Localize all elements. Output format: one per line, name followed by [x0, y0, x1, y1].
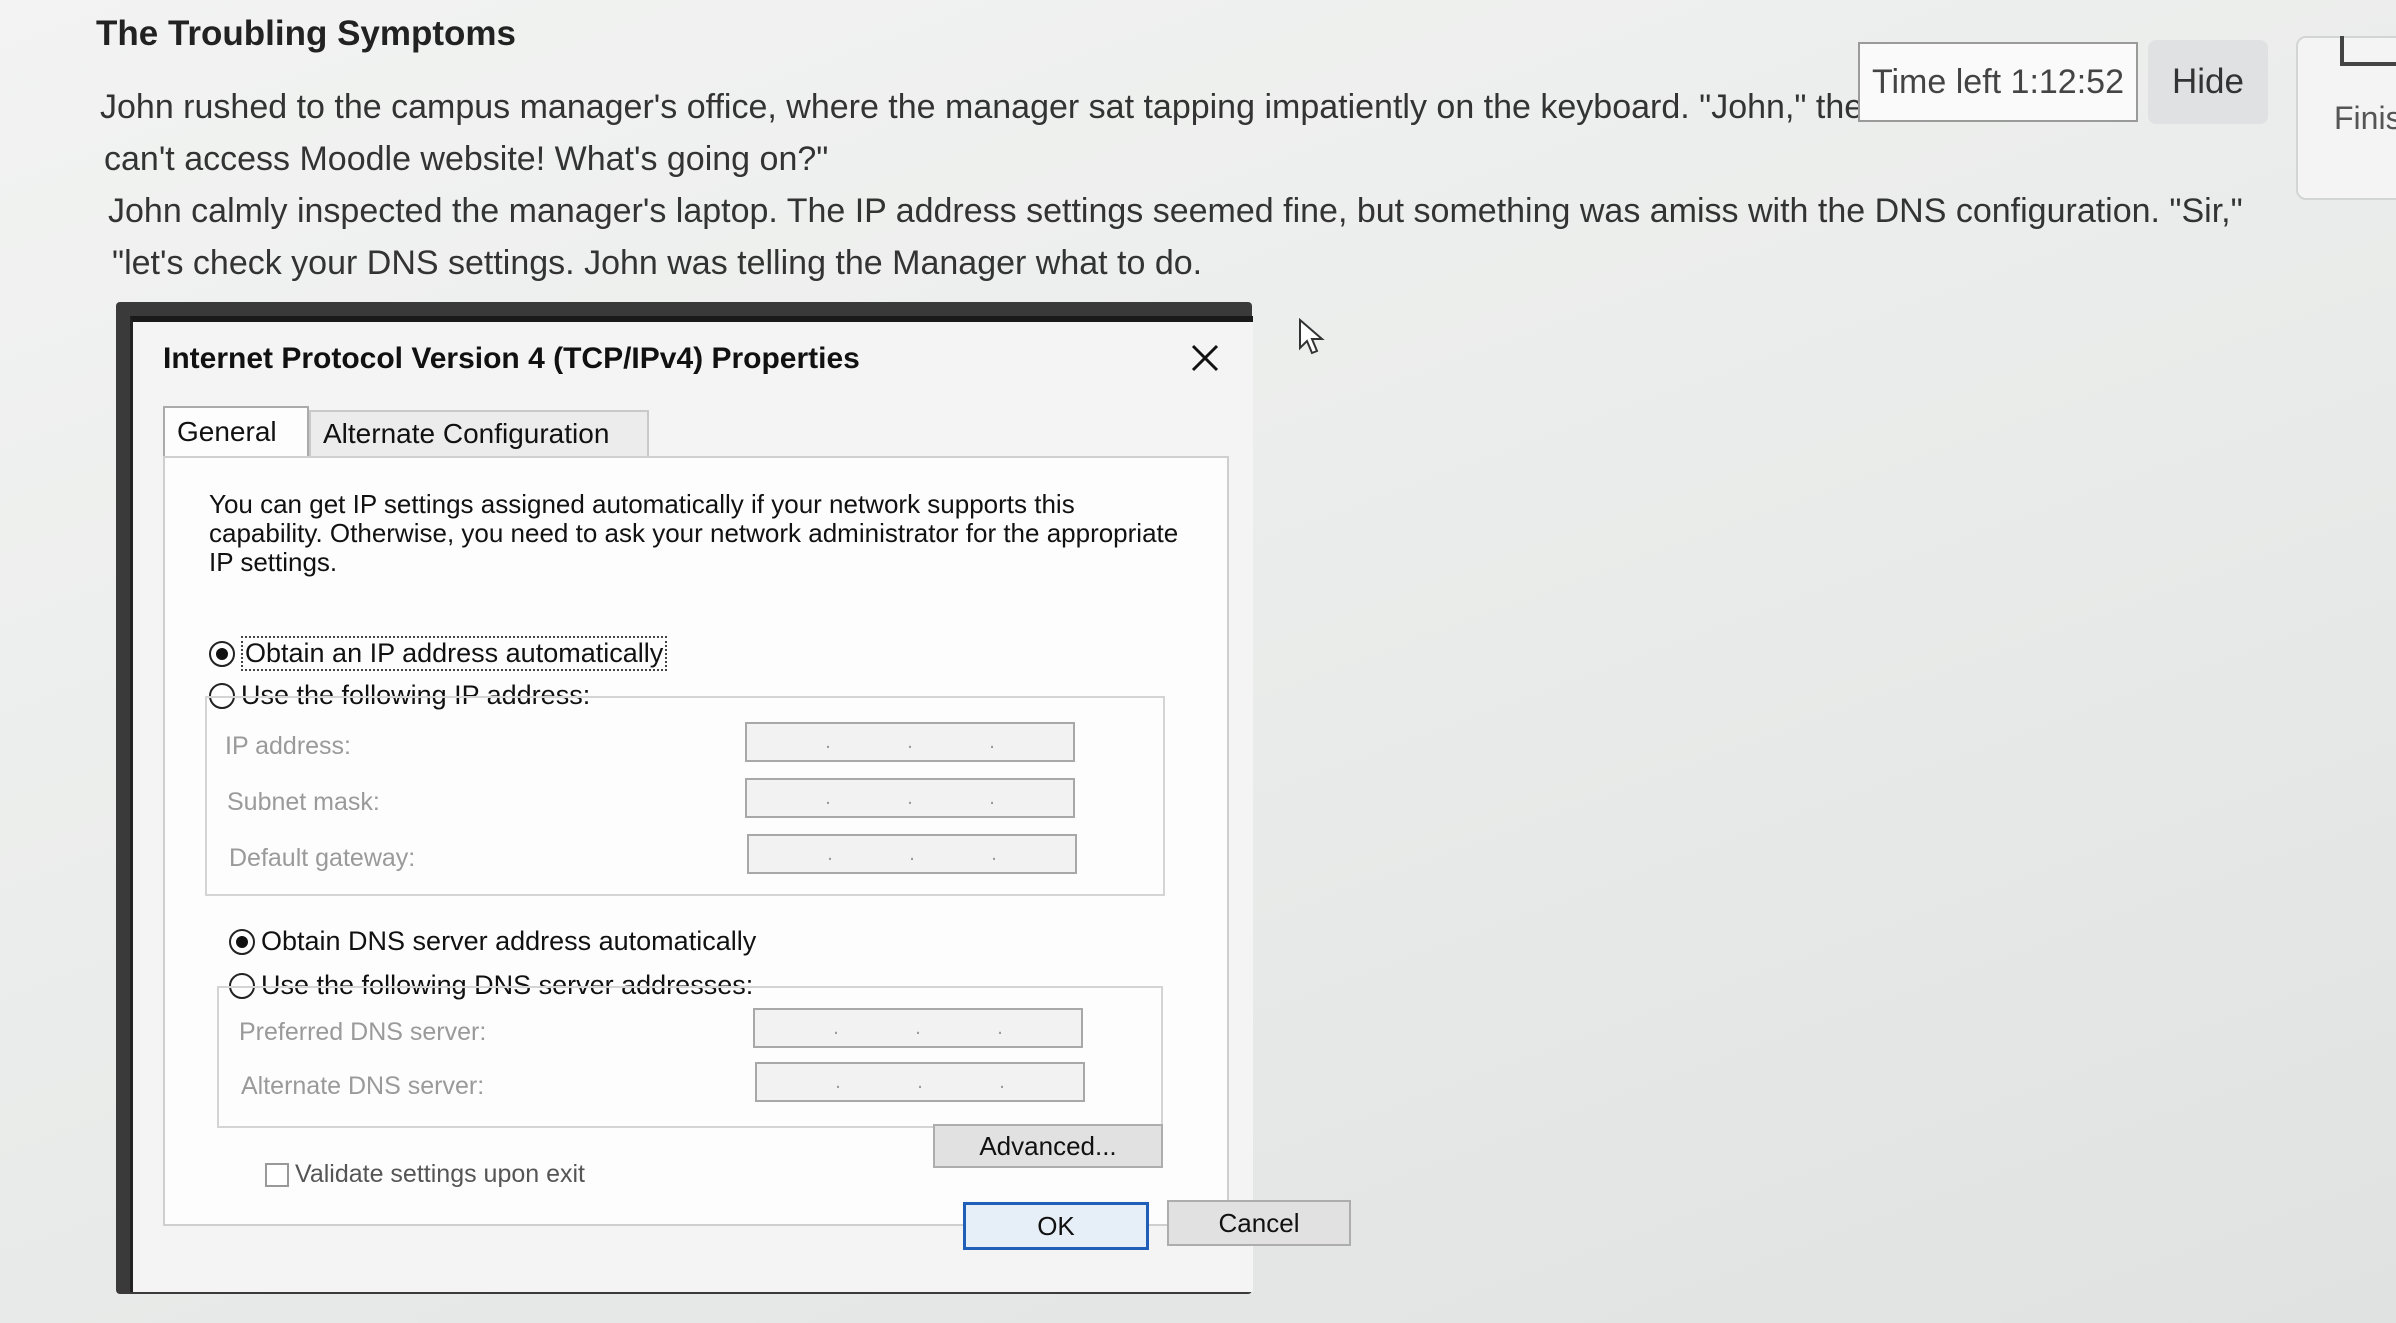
hide-timer-button[interactable]: Hide [2148, 40, 2268, 124]
close-icon [1191, 344, 1219, 372]
tab-general[interactable]: General [163, 406, 309, 456]
subnet-mask-label: Subnet mask: [227, 788, 380, 816]
default-gateway-field[interactable]: ... [747, 834, 1077, 874]
ip-address-label: IP address: [225, 732, 352, 760]
time-left-display: Time left 1:12:52 [1858, 42, 2138, 122]
preferred-dns-label: Preferred DNS server: [239, 1018, 487, 1046]
alternate-dns-field[interactable]: ... [755, 1062, 1085, 1102]
ipv4-properties-dialog: Internet Protocol Version 4 (TCP/IPv4) P… [130, 316, 1351, 1292]
dialog-title: Internet Protocol Version 4 (TCP/IPv4) P… [163, 342, 860, 375]
tab-alternate-configuration[interactable]: Alternate Configuration [309, 410, 649, 456]
preferred-dns-field[interactable]: ... [753, 1008, 1083, 1048]
section-heading: The Troubling Symptoms [96, 14, 517, 53]
close-button[interactable] [1183, 336, 1227, 380]
paragraph-line-4: "let's check your DNS settings. John was… [112, 244, 1203, 282]
ip-auto-radio[interactable] [209, 640, 235, 667]
dns-auto-radio[interactable] [229, 928, 255, 955]
ip-address-field[interactable]: ... [745, 722, 1075, 762]
advanced-button[interactable]: Advanced... [933, 1124, 1163, 1168]
validate-settings-label: Validate settings upon exit [295, 1160, 586, 1188]
ip-auto-option[interactable]: Obtain an IP address automatically [209, 636, 668, 671]
dns-auto-option[interactable]: Obtain DNS server address automatically [229, 926, 756, 957]
ip-auto-label: Obtain an IP address automatically [241, 636, 668, 671]
subnet-mask-field[interactable]: ... [745, 778, 1075, 818]
finish-attempt-link[interactable]: Finis [2334, 100, 2396, 137]
general-tab-panel: You can get IP settings assigned automat… [163, 456, 1229, 1226]
paragraph-line-2: can't access Moodle website! What's goin… [104, 140, 829, 178]
mouse-cursor-icon [1299, 318, 1325, 355]
cancel-button[interactable]: Cancel [1167, 1200, 1351, 1246]
paragraph-line-1: John rushed to the campus manager's offi… [100, 88, 1864, 126]
intro-text: You can get IP settings assigned automat… [209, 489, 1179, 577]
validate-settings-checkbox[interactable] [265, 1162, 289, 1187]
ok-button[interactable]: OK [963, 1202, 1149, 1250]
bracket-icon [2340, 36, 2396, 66]
default-gateway-label: Default gateway: [229, 844, 416, 872]
paragraph-line-3: John calmly inspected the manager's lapt… [108, 192, 2243, 230]
dns-auto-label: Obtain DNS server address automatically [261, 926, 757, 956]
alternate-dns-label: Alternate DNS server: [241, 1072, 485, 1100]
validate-settings-option[interactable]: Validate settings upon exit [265, 1160, 585, 1189]
